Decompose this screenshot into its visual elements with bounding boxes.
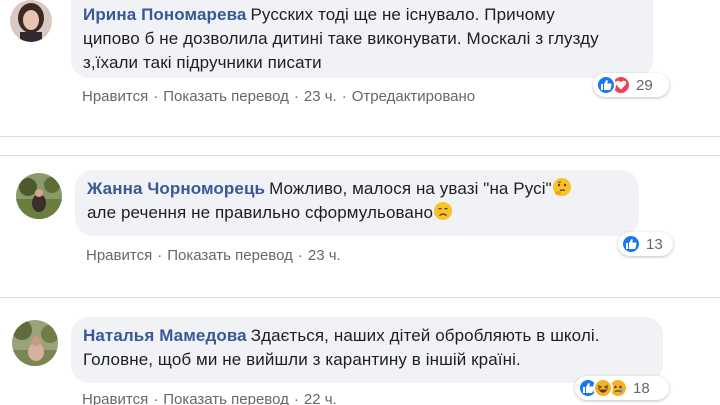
- reaction-summary[interactable]: 29: [593, 73, 669, 97]
- comment-line: з,їхали такі підручники писати: [83, 53, 322, 72]
- comment-author[interactable]: Наталья Мамедова: [83, 326, 247, 345]
- divider: [0, 297, 720, 298]
- comment-actions: Нравится · Показать перевод · 23 ч.: [86, 247, 341, 264]
- show-translation-link[interactable]: Показать перевод: [167, 247, 293, 264]
- like-reaction-icon: [596, 75, 616, 95]
- comment-bubble: Ирина Пономарева Русских тоді ще не існув…: [71, 0, 653, 78]
- avatar[interactable]: [12, 320, 58, 366]
- separator: ·: [293, 391, 299, 405]
- comment-line: ципово б не дозволила дитині таке викону…: [83, 29, 599, 48]
- disappointed-face-icon: [434, 202, 453, 220]
- comment-author[interactable]: Жанна Чорноморець: [87, 179, 265, 198]
- timestamp-link[interactable]: 23 ч.: [304, 88, 337, 105]
- separator: ·: [153, 88, 159, 105]
- comment-line: Головне, щоб ми не вийшли з карантину в …: [83, 350, 521, 369]
- reaction-count: 18: [633, 379, 650, 397]
- comment-actions: Нравится · Показать перевод · 23 ч. · Отредакт…: [82, 88, 475, 105]
- divider: [0, 155, 720, 156]
- like-link[interactable]: Нравится: [82, 88, 148, 105]
- separator: ·: [157, 247, 163, 264]
- thinking-face-icon: [552, 178, 571, 196]
- comment-actions: Нравится · Показать перевод · 22 ч.: [82, 391, 337, 405]
- timestamp-link[interactable]: 22 ч.: [304, 391, 337, 405]
- comment-bubble: Жанна Чорноморець Можливо, малося на уваз…: [75, 170, 639, 236]
- divider: [0, 136, 720, 137]
- separator: ·: [153, 391, 159, 405]
- avatar[interactable]: [16, 173, 62, 219]
- reaction-count: 13: [646, 235, 663, 253]
- separator: ·: [297, 247, 303, 264]
- like-reaction-icon: [621, 234, 641, 254]
- comment-author[interactable]: Ирина Пономарева: [83, 5, 246, 24]
- comment-line: Можливо, малося на увазі "на Русі": [269, 179, 552, 198]
- reaction-summary[interactable]: 18: [575, 376, 669, 400]
- like-link[interactable]: Нравится: [82, 391, 148, 405]
- comment-text: Ирина Пономарева Русских тоді ще не існув…: [83, 3, 641, 75]
- show-translation-link[interactable]: Показать перевод: [163, 391, 289, 405]
- separator: ·: [341, 88, 347, 105]
- comment-text: Жанна Чорноморець Можливо, малося на уваз…: [87, 177, 627, 225]
- comment-line: Русских тоді ще не існувало. Причому: [250, 5, 555, 24]
- edited-label[interactable]: Отредактировано: [352, 88, 475, 105]
- separator: ·: [293, 88, 299, 105]
- like-link[interactable]: Нравится: [86, 247, 152, 264]
- show-translation-link[interactable]: Показать перевод: [163, 88, 289, 105]
- haha-reaction-icon: [593, 378, 613, 398]
- comment-text: Наталья Мамедова Здається, наших дітей об…: [83, 324, 651, 372]
- comment-line: але речення не правильно сформульовано: [87, 203, 434, 222]
- comment-bubble: Наталья Мамедова Здається, наших дітей об…: [71, 317, 663, 383]
- comment-line: Здається, наших дітей обробляють в школі…: [250, 326, 600, 345]
- reaction-count: 29: [636, 76, 653, 94]
- timestamp-link[interactable]: 23 ч.: [308, 247, 341, 264]
- avatar[interactable]: [10, 0, 52, 42]
- reaction-summary[interactable]: 13: [618, 232, 673, 256]
